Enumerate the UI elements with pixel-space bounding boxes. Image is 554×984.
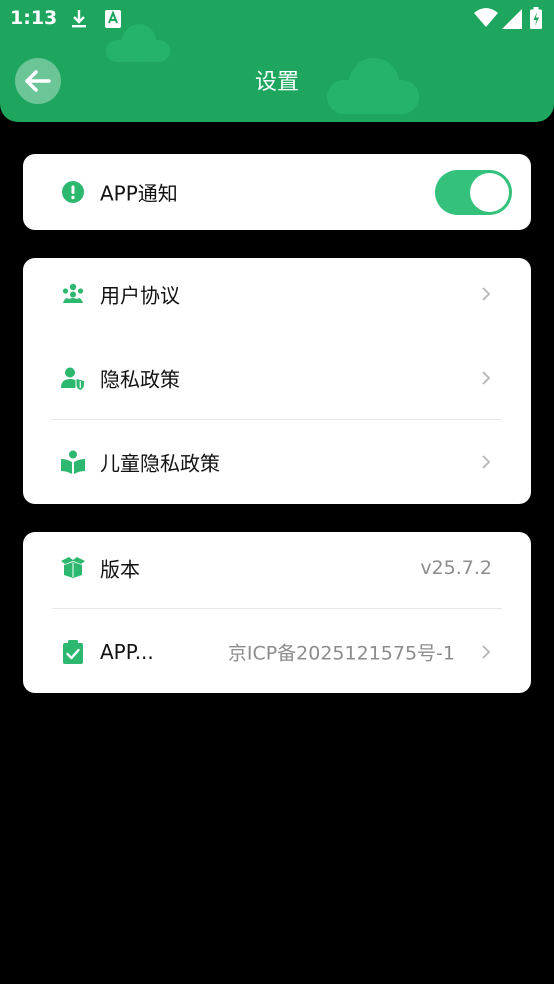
notification-row: APP通知 xyxy=(23,154,531,230)
cloud-decoration xyxy=(106,24,170,62)
policies-card: 用户协议 隐私政策 儿童隐私政策 xyxy=(23,258,531,504)
users-icon xyxy=(62,283,84,303)
icp-record-row[interactable]: APP... 京ICP备2025121575号-1 xyxy=(23,610,531,694)
notification-toggle[interactable] xyxy=(435,170,512,215)
children-privacy-row[interactable]: 儿童隐私政策 xyxy=(23,420,531,504)
keyboard-app-icon xyxy=(105,10,121,28)
info-card: 版本 v25.7.2 APP... 京ICP备2025121575号-1 xyxy=(23,532,531,693)
version-value: v25.7.2 xyxy=(420,557,492,579)
chevron-right-icon xyxy=(482,645,491,659)
box-open-icon xyxy=(61,557,85,578)
toggle-knob xyxy=(470,173,509,212)
status-time: 1:13 xyxy=(10,7,58,29)
alert-icon xyxy=(62,181,84,203)
status-bar: 1:13 xyxy=(0,0,554,38)
signal-icon xyxy=(502,9,522,29)
page-title: 设置 xyxy=(254,70,299,95)
privacy-policy-row[interactable]: 隐私政策 xyxy=(23,336,531,420)
icp-record-label: APP... xyxy=(100,640,154,664)
user-shield-icon xyxy=(61,367,84,390)
app-header: 1:13 设置 xyxy=(0,0,554,122)
notification-card: APP通知 xyxy=(23,154,531,230)
user-agreement-label: 用户协议 xyxy=(100,283,180,308)
version-label: 版本 xyxy=(100,557,140,582)
version-row: 版本 v25.7.2 xyxy=(23,526,531,610)
clipboard-check-icon xyxy=(63,640,83,664)
battery-icon xyxy=(530,7,542,29)
notification-label: APP通知 xyxy=(100,181,178,206)
user-agreement-row[interactable]: 用户协议 xyxy=(23,252,531,336)
children-privacy-label: 儿童隐私政策 xyxy=(100,451,220,476)
chevron-right-icon xyxy=(482,455,491,469)
divider xyxy=(52,608,502,609)
chevron-right-icon xyxy=(482,287,491,301)
chevron-right-icon xyxy=(482,371,491,385)
download-icon xyxy=(72,10,86,28)
book-reader-icon xyxy=(61,450,85,474)
privacy-policy-label: 隐私政策 xyxy=(100,367,180,392)
wifi-icon xyxy=(474,8,498,27)
icp-record-value: 京ICP备2025121575号-1 xyxy=(227,642,455,665)
